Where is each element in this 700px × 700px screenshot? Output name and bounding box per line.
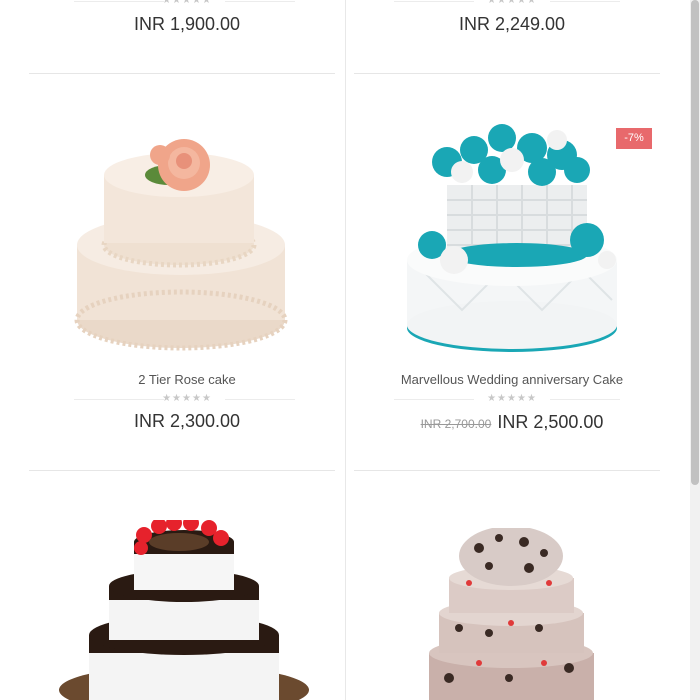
product-price: INR 2,249.00 — [458, 14, 566, 34]
product-image[interactable] — [402, 120, 622, 360]
row-divider — [29, 73, 335, 74]
product-card-5[interactable] — [29, 500, 345, 700]
product-card-3[interactable]: 2 Tier Rose cake ★★★★★ INR 2,300.00 — [29, 100, 345, 440]
product-name[interactable]: 2 Tier Rose cake — [29, 372, 345, 387]
rating-stars: ★★★★★ — [354, 394, 670, 404]
product-image[interactable] — [59, 520, 309, 700]
scrollbar-thumb[interactable] — [691, 0, 699, 485]
product-price: INR 2,700.00 INR 2,500.00 — [354, 412, 670, 433]
scrollbar[interactable] — [690, 0, 700, 700]
product-card-4[interactable]: -7% Marvellous Wedding anniversary Cake … — [354, 100, 670, 440]
product-card-2[interactable]: ★★★★★ INR 2,249.00 — [354, 0, 670, 60]
row-divider — [354, 470, 660, 471]
product-price: INR 2,300.00 — [133, 411, 241, 431]
discount-badge: -7% — [616, 128, 652, 149]
product-grid: ★★★★★ INR 1,900.00 ★★★★★ INR 2,249.00 2 … — [0, 0, 690, 700]
rating-stars: ★★★★★ — [29, 394, 345, 404]
product-card-1[interactable]: ★★★★★ INR 1,900.00 — [29, 0, 345, 60]
product-image[interactable] — [429, 528, 594, 700]
current-price: INR 2,500.00 — [497, 412, 604, 432]
product-name[interactable]: Marvellous Wedding anniversary Cake — [354, 372, 670, 387]
product-price: INR 1,900.00 — [133, 14, 241, 34]
rating-stars: ★★★★★ — [354, 0, 670, 6]
old-price: INR 2,700.00 — [420, 417, 492, 431]
product-image[interactable] — [74, 130, 289, 355]
column-divider — [345, 0, 346, 700]
rating-stars: ★★★★★ — [29, 0, 345, 6]
product-card-6[interactable] — [354, 500, 670, 700]
row-divider — [354, 73, 660, 74]
row-divider — [29, 470, 335, 471]
